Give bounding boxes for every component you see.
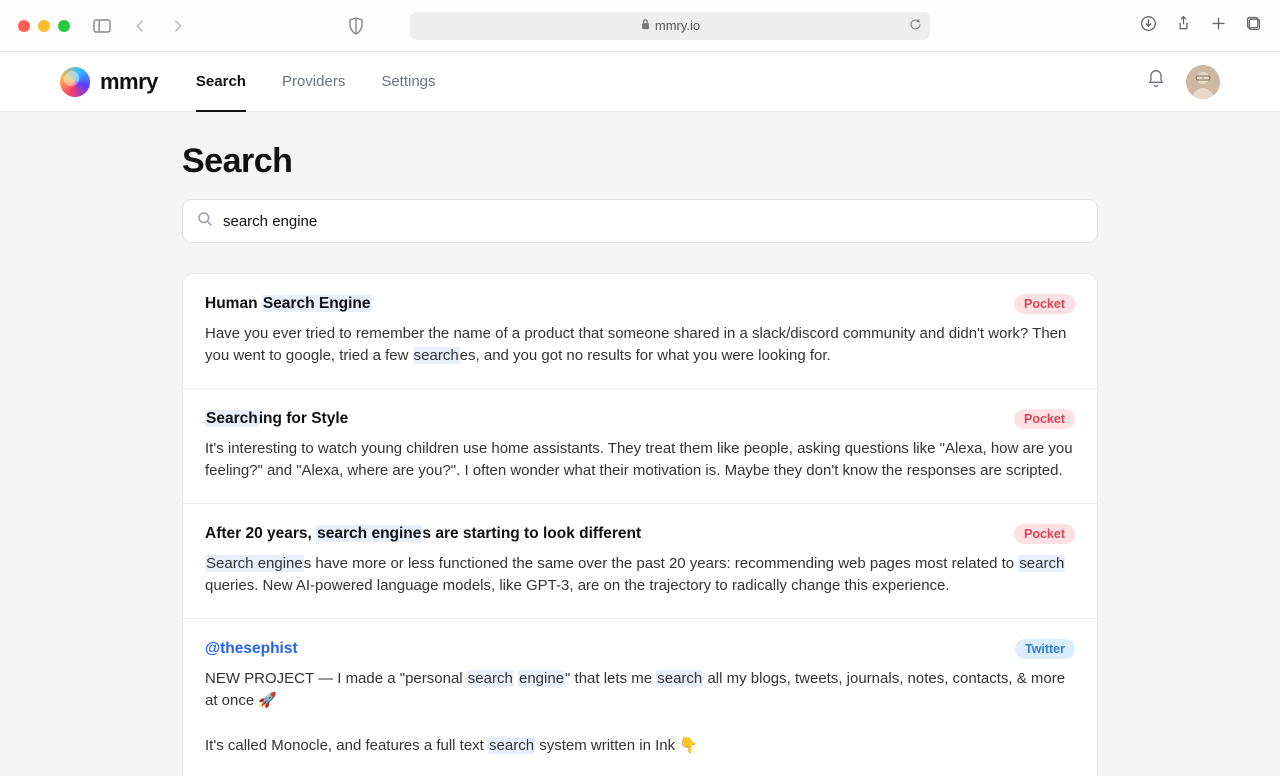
result-item[interactable]: Human Search Engine Pocket Have you ever t… xyxy=(183,274,1097,389)
app-header: mmry Search Providers Settings xyxy=(0,52,1280,112)
forward-button[interactable] xyxy=(164,14,192,38)
result-title[interactable]: Searching for Style xyxy=(205,409,1002,430)
window-controls xyxy=(18,20,70,32)
source-badge-pocket: Pocket xyxy=(1014,524,1075,544)
search-input[interactable] xyxy=(223,213,1083,230)
result-item[interactable]: Searching for Style Pocket It's interestin… xyxy=(183,389,1097,504)
browser-toolbar-right xyxy=(1140,15,1262,37)
brand[interactable]: mmry xyxy=(60,67,158,97)
browser-toolbar: mmry.io xyxy=(0,0,1280,52)
refresh-button[interactable] xyxy=(909,18,922,34)
result-snippet: Search engines have more or less functio… xyxy=(205,553,1075,598)
notifications-icon[interactable] xyxy=(1146,69,1166,94)
new-tab-icon[interactable] xyxy=(1210,15,1227,37)
results-list: Human Search Engine Pocket Have you ever t… xyxy=(182,273,1098,776)
source-badge-pocket: Pocket xyxy=(1014,409,1075,429)
back-button[interactable] xyxy=(126,14,154,38)
search-icon xyxy=(197,211,213,232)
share-icon[interactable] xyxy=(1175,15,1192,37)
primary-nav: Search Providers Settings xyxy=(196,52,436,111)
result-snippet: NEW PROJECT — I made a "personal search … xyxy=(205,668,1075,776)
result-item[interactable]: @thesephist Twitter NEW PROJECT — I made a… xyxy=(183,619,1097,776)
tabs-overview-icon[interactable] xyxy=(1245,15,1262,37)
result-title-link[interactable]: @thesephist xyxy=(205,639,1003,660)
brand-logo-icon xyxy=(60,67,90,97)
minimize-window-button[interactable] xyxy=(38,20,50,32)
nav-tab-settings[interactable]: Settings xyxy=(381,52,435,111)
result-snippet: Have you ever tried to remember the name… xyxy=(205,323,1075,368)
maximize-window-button[interactable] xyxy=(58,20,70,32)
result-title[interactable]: After 20 years, search engines are start… xyxy=(205,524,1002,545)
search-box[interactable] xyxy=(182,199,1098,243)
sidebar-toggle-button[interactable] xyxy=(88,14,116,38)
nav-tab-search[interactable]: Search xyxy=(196,52,246,111)
page-body: Search Human Search Engine Pocket Have you… xyxy=(0,112,1280,776)
lock-icon xyxy=(640,18,651,33)
source-badge-twitter: Twitter xyxy=(1015,639,1075,659)
privacy-shield-icon[interactable] xyxy=(342,14,370,38)
nav-tab-providers[interactable]: Providers xyxy=(282,52,345,111)
result-snippet: It's interesting to watch young children… xyxy=(205,438,1075,483)
close-window-button[interactable] xyxy=(18,20,30,32)
address-bar[interactable]: mmry.io xyxy=(410,12,930,40)
result-title[interactable]: Human Search Engine xyxy=(205,294,1002,315)
url-host: mmry.io xyxy=(655,18,700,33)
result-item[interactable]: After 20 years, search engines are start… xyxy=(183,504,1097,619)
brand-name: mmry xyxy=(100,69,158,95)
source-badge-pocket: Pocket xyxy=(1014,294,1075,314)
page-title: Search xyxy=(182,142,1098,181)
downloads-icon[interactable] xyxy=(1140,15,1157,37)
user-avatar[interactable] xyxy=(1186,65,1220,99)
